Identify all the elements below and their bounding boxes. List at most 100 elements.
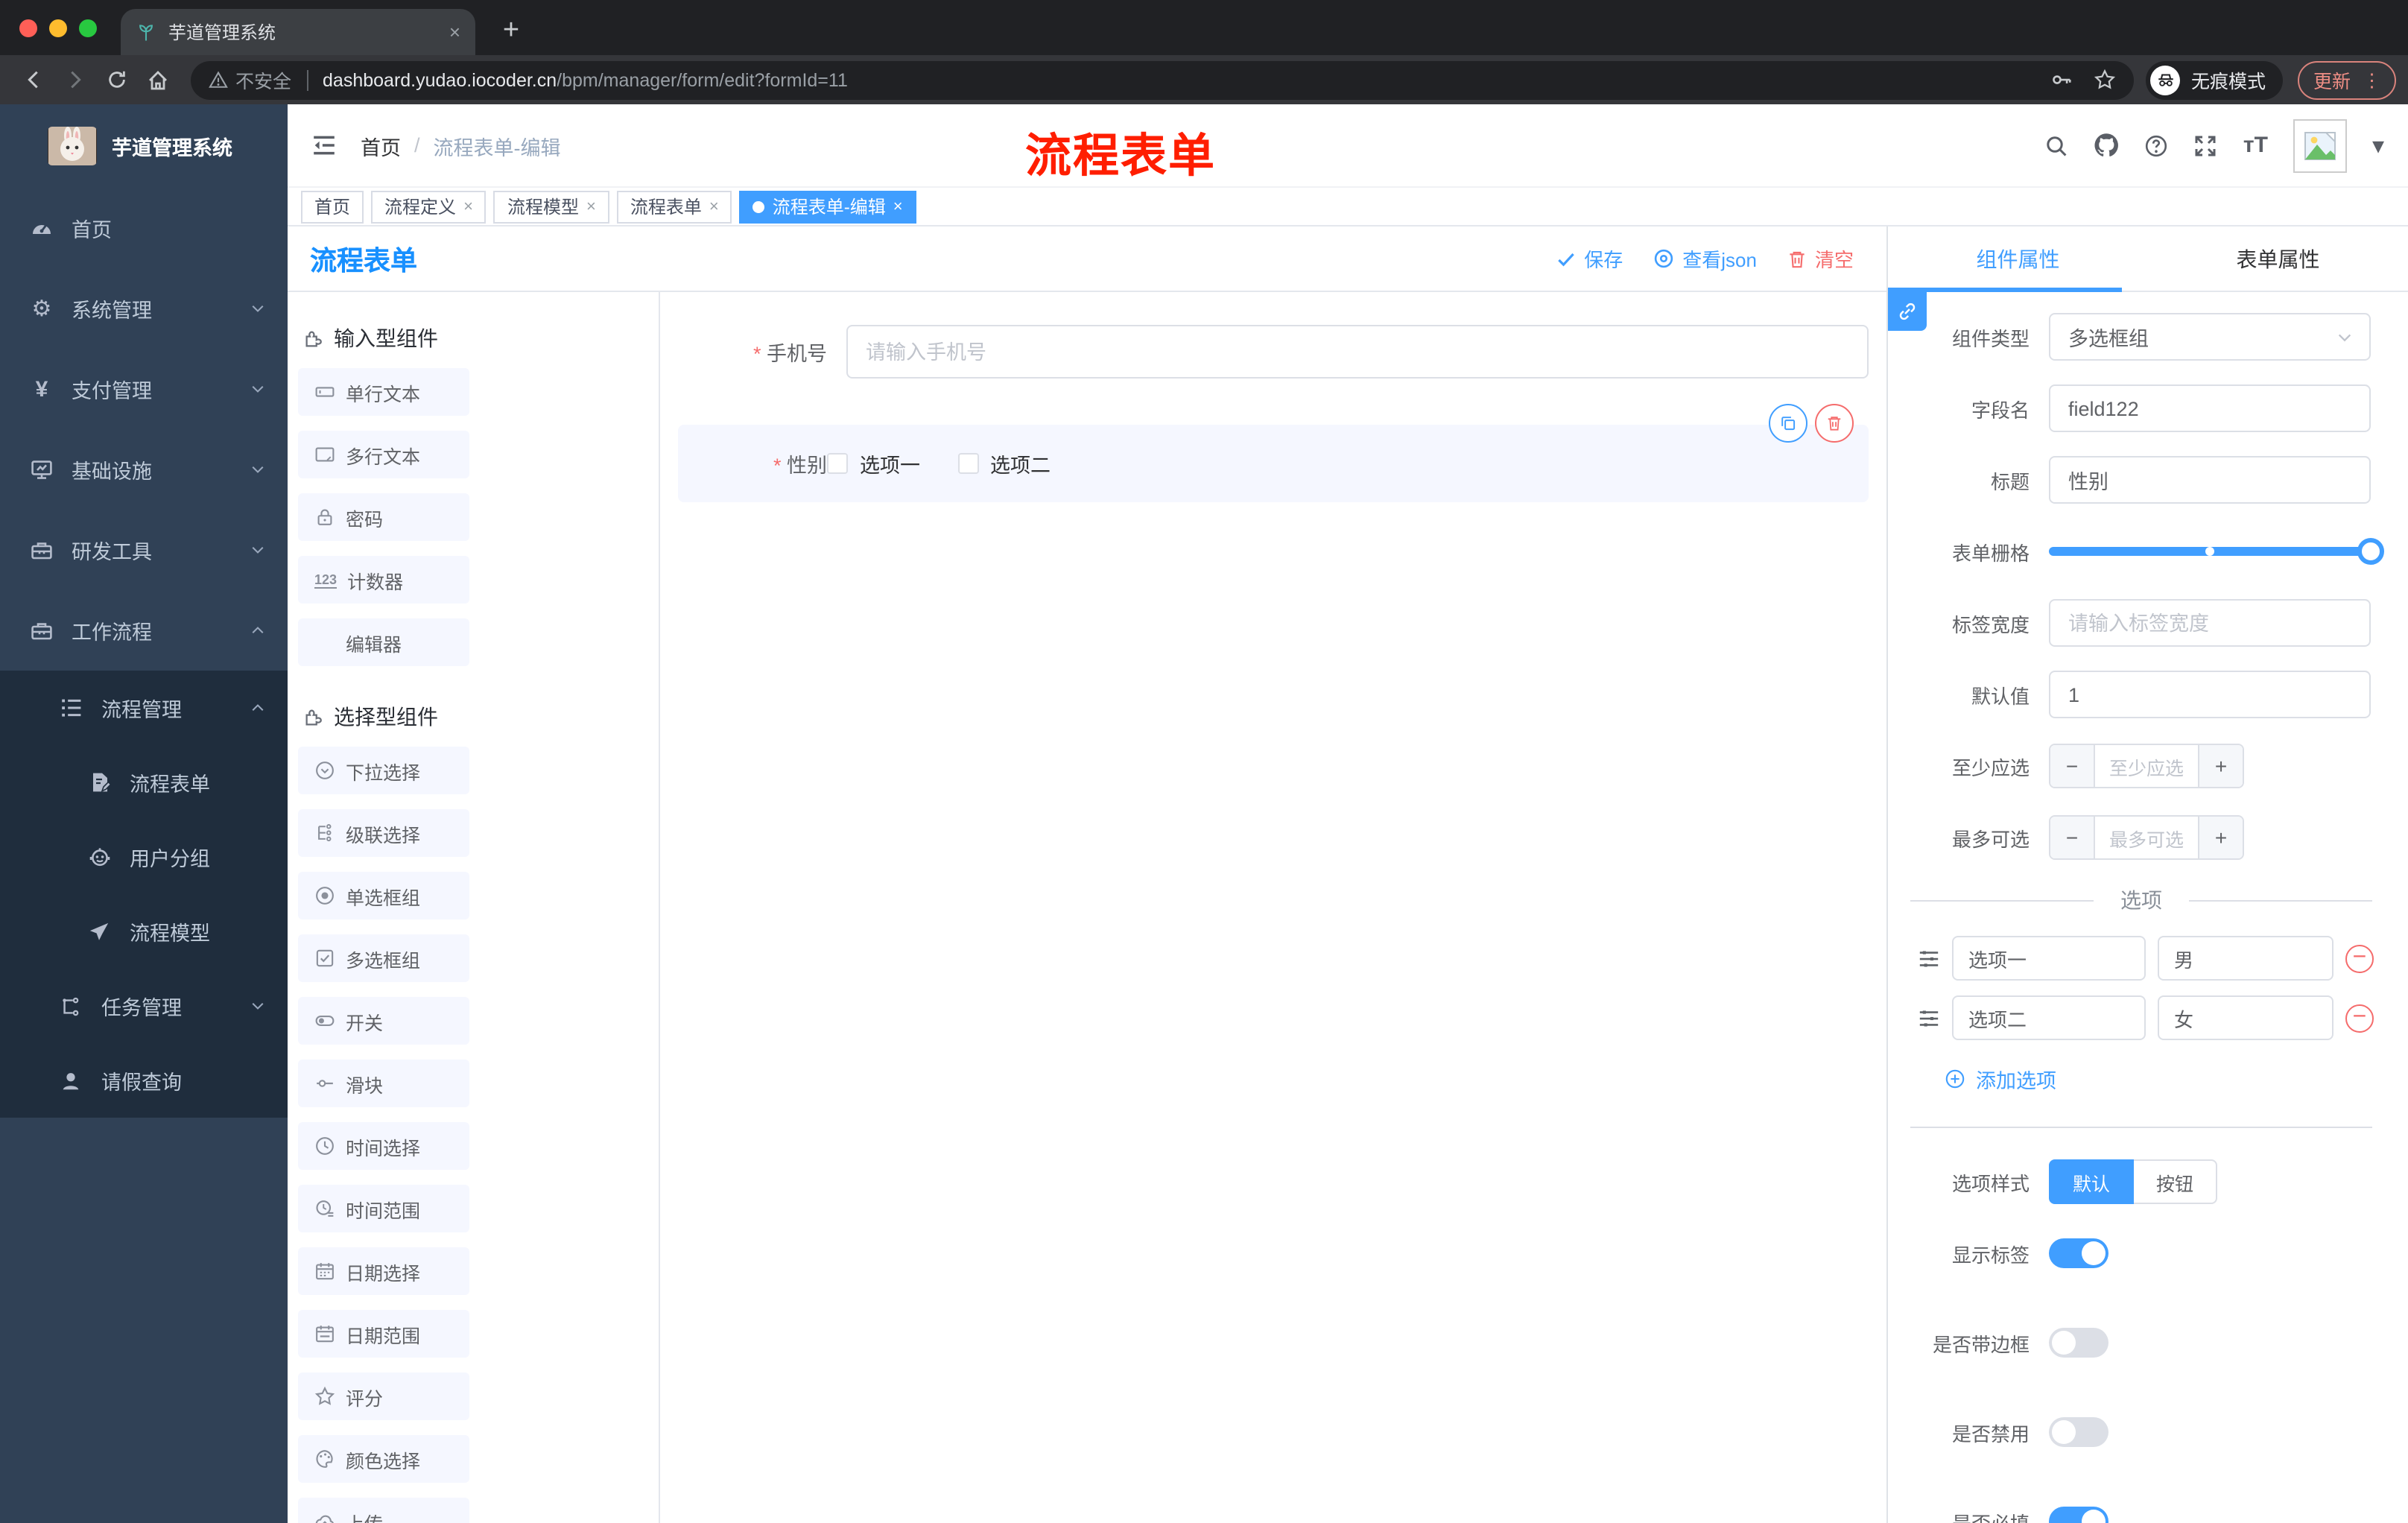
close-window-button[interactable] bbox=[19, 19, 37, 37]
palette-item-radio-group[interactable]: 单选框组 bbox=[298, 872, 469, 919]
close-icon[interactable]: × bbox=[709, 197, 719, 215]
search-icon[interactable] bbox=[2045, 133, 2069, 157]
new-tab-button[interactable]: + bbox=[490, 10, 532, 52]
tag-home[interactable]: 首页 bbox=[301, 190, 364, 223]
border-switch[interactable] bbox=[2049, 1328, 2108, 1358]
palette-item-date-picker[interactable]: 日期选择 bbox=[298, 1247, 469, 1295]
phone-field-row[interactable]: 手机号 bbox=[678, 325, 1869, 379]
palette-item-time-picker[interactable]: 时间选择 bbox=[298, 1122, 469, 1170]
plus-button[interactable]: + bbox=[2198, 817, 2243, 858]
palette-item-switch[interactable]: 开关 bbox=[298, 997, 469, 1045]
back-icon[interactable] bbox=[12, 59, 54, 101]
phone-input[interactable] bbox=[846, 325, 1869, 379]
palette-item-date-range[interactable]: 日期范围 bbox=[298, 1310, 469, 1358]
browser-tab[interactable]: 芋道管理系统 × bbox=[121, 9, 475, 55]
palette-item-single-text[interactable]: 单行文本 bbox=[298, 368, 469, 416]
minus-button[interactable]: − bbox=[2050, 745, 2095, 787]
forward-icon[interactable] bbox=[54, 59, 95, 101]
drag-handle-icon[interactable] bbox=[1918, 947, 1940, 969]
remove-option-button[interactable]: − bbox=[2345, 944, 2374, 972]
title-input[interactable] bbox=[2049, 456, 2371, 504]
close-icon[interactable]: × bbox=[586, 197, 596, 215]
avatar[interactable] bbox=[2293, 118, 2347, 172]
max-select-stepper[interactable]: − 最多可选 + bbox=[2049, 815, 2244, 860]
palette-item-rate[interactable]: 评分 bbox=[298, 1372, 469, 1420]
browser-menu-icon[interactable]: ⋮ bbox=[2363, 69, 2381, 91]
tab-close-icon[interactable]: × bbox=[449, 21, 460, 43]
tag-process-definition[interactable]: 流程定义 × bbox=[371, 190, 487, 223]
checkbox-icon[interactable] bbox=[957, 453, 978, 474]
minimize-window-button[interactable] bbox=[49, 19, 67, 37]
save-button[interactable]: 保存 bbox=[1556, 244, 1623, 273]
sidebar-item-infra[interactable]: 基础设施 bbox=[0, 429, 288, 510]
sidebar-item-process-form[interactable]: 流程表单 bbox=[0, 745, 288, 820]
default-value-input[interactable] bbox=[2049, 671, 2371, 718]
disabled-switch[interactable] bbox=[2049, 1417, 2108, 1447]
tab-form-props[interactable]: 表单属性 bbox=[2148, 227, 2408, 291]
gender-option-1[interactable]: 选项一 bbox=[827, 449, 920, 478]
palette-item-password[interactable]: 密码 bbox=[298, 493, 469, 541]
slider-handle[interactable] bbox=[2357, 538, 2384, 565]
home-icon[interactable] bbox=[137, 59, 179, 101]
question-icon[interactable] bbox=[2145, 133, 2169, 157]
palette-item-cascader[interactable]: 级联选择 bbox=[298, 809, 469, 857]
fullscreen-icon[interactable] bbox=[2194, 133, 2218, 157]
window-controls[interactable] bbox=[19, 19, 97, 37]
gender-option-2[interactable]: 选项二 bbox=[957, 449, 1051, 478]
sidebar-item-leave-query[interactable]: 请假查询 bbox=[0, 1043, 288, 1118]
palette-item-slider[interactable]: 滑块 bbox=[298, 1060, 469, 1107]
sidebar-item-payment[interactable]: ¥ 支付管理 bbox=[0, 349, 288, 429]
palette-item-editor[interactable]: 编辑器 bbox=[298, 618, 469, 666]
min-select-stepper[interactable]: − 至少应选 + bbox=[2049, 744, 2244, 788]
field-name-input[interactable] bbox=[2049, 384, 2371, 432]
view-json-button[interactable]: 查看json bbox=[1653, 244, 1757, 273]
security-chip[interactable]: 不安全 bbox=[209, 66, 291, 94]
palette-item-multi-text[interactable]: 多行文本 bbox=[298, 431, 469, 478]
option-1-value-input[interactable] bbox=[2158, 936, 2333, 981]
maximize-window-button[interactable] bbox=[79, 19, 97, 37]
copy-component-button[interactable] bbox=[1769, 404, 1807, 443]
form-grid-slider[interactable] bbox=[2049, 538, 2384, 565]
link-tag[interactable] bbox=[1888, 292, 1927, 331]
delete-component-button[interactable] bbox=[1815, 404, 1854, 443]
option-2-label-input[interactable] bbox=[1952, 995, 2146, 1040]
sidebar-item-system[interactable]: ⚙ 系统管理 bbox=[0, 268, 288, 349]
palette-item-select[interactable]: 下拉选择 bbox=[298, 747, 469, 794]
label-width-input[interactable] bbox=[2049, 599, 2371, 647]
sidebar-item-home[interactable]: 首页 bbox=[0, 188, 288, 268]
plus-button[interactable]: + bbox=[2198, 745, 2243, 787]
palette-item-upload[interactable]: 上传 bbox=[298, 1498, 469, 1523]
font-size-icon[interactable]: тT bbox=[2243, 133, 2268, 158]
sidebar-item-process-mgmt[interactable]: 流程管理 bbox=[0, 671, 288, 745]
tag-process-form-edit[interactable]: 流程表单-编辑 × bbox=[739, 190, 916, 223]
option-1-label-input[interactable] bbox=[1952, 936, 2146, 981]
bookmark-star-icon[interactable] bbox=[2094, 69, 2117, 91]
minus-button[interactable]: − bbox=[2050, 817, 2095, 858]
clear-button[interactable]: 清空 bbox=[1787, 244, 1854, 273]
checkbox-icon[interactable] bbox=[827, 453, 848, 474]
browser-update-button[interactable]: 更新 ⋮ bbox=[2298, 60, 2396, 99]
style-default-button[interactable]: 默认 bbox=[2049, 1159, 2135, 1204]
address-bar[interactable]: 不安全 dashboard.yudao.iocoder.cn /bpm/mana… bbox=[191, 60, 2135, 99]
required-switch[interactable] bbox=[2049, 1507, 2108, 1523]
sidebar-item-workflow[interactable]: 工作流程 bbox=[0, 590, 288, 671]
key-icon[interactable] bbox=[2051, 69, 2073, 91]
add-option-button[interactable]: 添加选项 bbox=[1945, 1064, 2408, 1094]
tag-process-form[interactable]: 流程表单 × bbox=[616, 190, 732, 223]
option-2-value-input[interactable] bbox=[2158, 995, 2333, 1040]
palette-item-checkbox-group[interactable]: 多选框组 bbox=[298, 934, 469, 982]
sidebar-item-devtools[interactable]: 研发工具 bbox=[0, 510, 288, 590]
drag-handle-icon[interactable] bbox=[1918, 1007, 1940, 1029]
palette-item-color-picker[interactable]: 颜色选择 bbox=[298, 1435, 469, 1483]
app-logo[interactable]: 芋道管理系统 bbox=[0, 104, 288, 188]
close-icon[interactable]: × bbox=[463, 197, 473, 215]
tab-component-props[interactable]: 组件属性 bbox=[1888, 227, 2148, 292]
tag-process-model[interactable]: 流程模型 × bbox=[493, 190, 609, 223]
form-canvas[interactable]: 手机号 性别 选项一 选项二 bbox=[660, 292, 1886, 1523]
github-icon[interactable] bbox=[2094, 133, 2120, 158]
sidebar-item-user-group[interactable]: 用户分组 bbox=[0, 820, 288, 894]
style-button-button[interactable]: 按钮 bbox=[2134, 1159, 2218, 1204]
remove-option-button[interactable]: − bbox=[2345, 1004, 2374, 1032]
reload-icon[interactable] bbox=[95, 59, 137, 101]
show-label-switch[interactable] bbox=[2049, 1238, 2108, 1268]
